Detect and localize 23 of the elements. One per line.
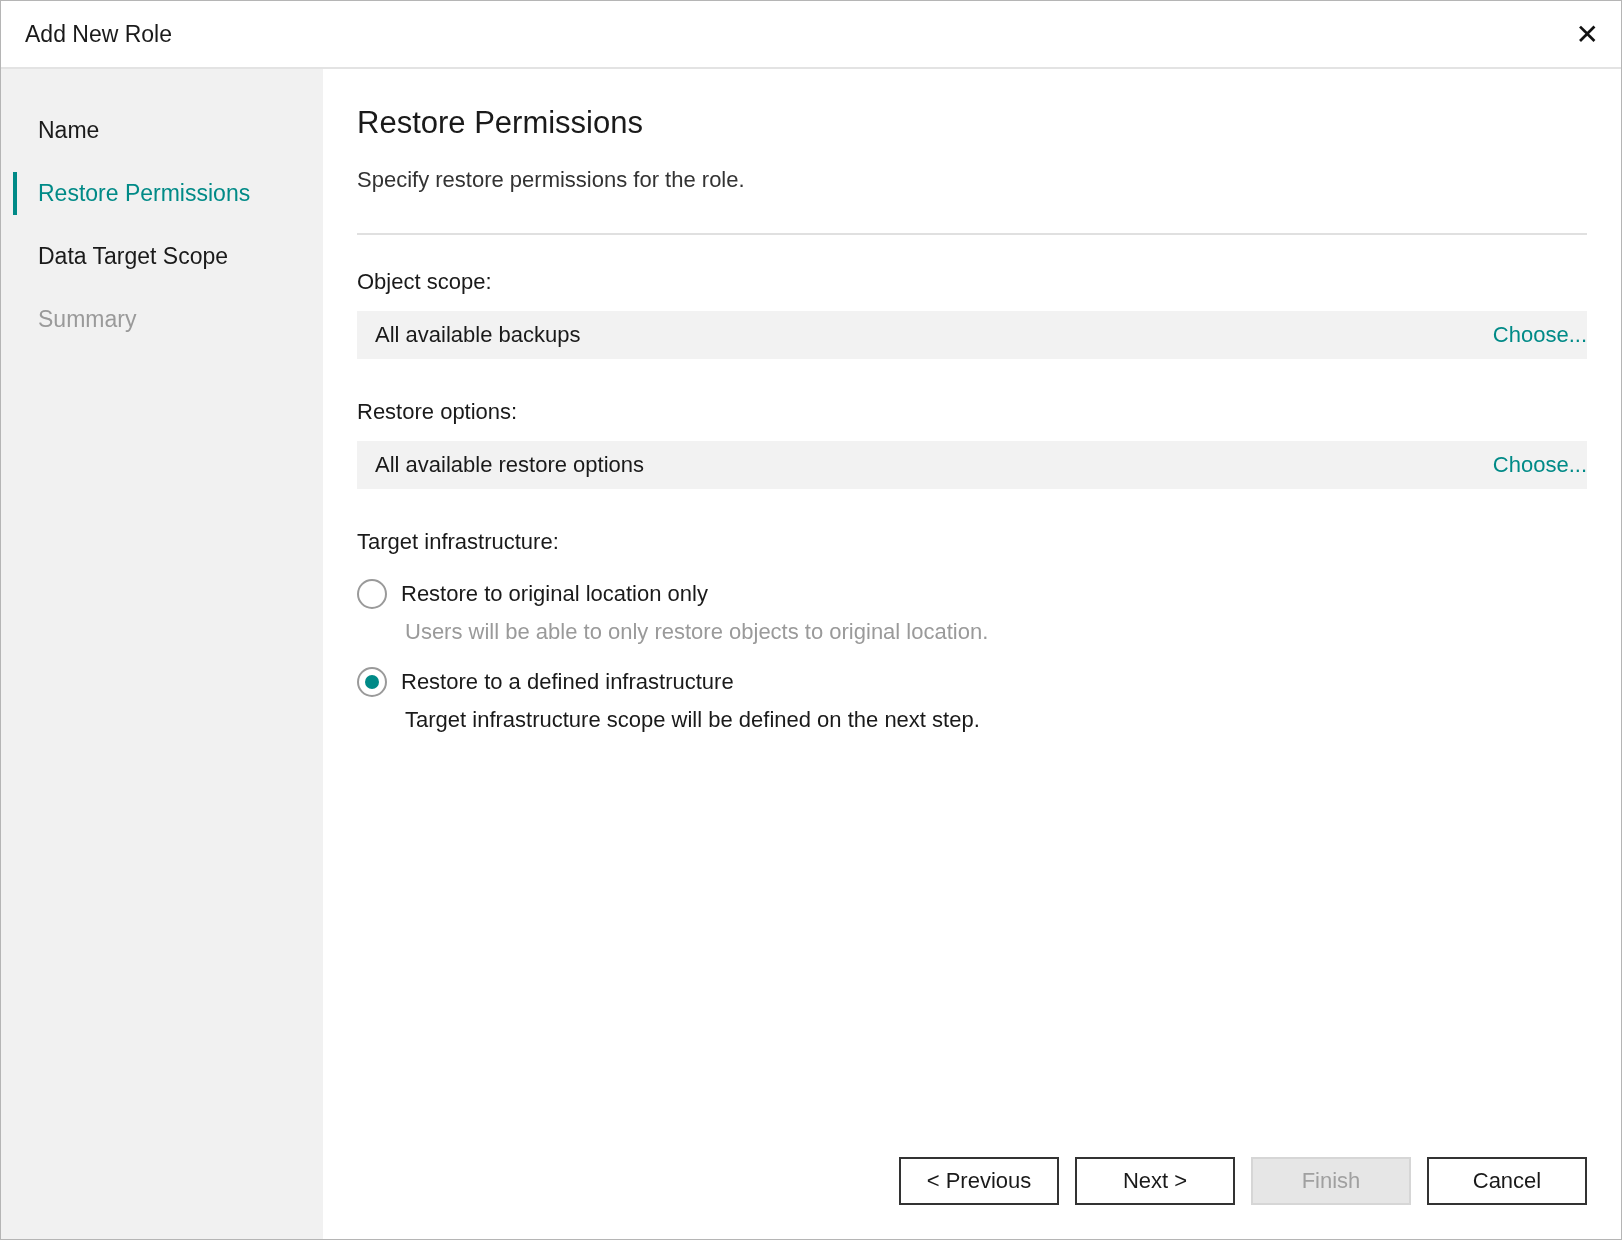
wizard-step[interactable]: Data Target Scope — [13, 235, 323, 278]
field-value: All available restore options — [375, 452, 645, 478]
page-heading: Restore Permissions — [357, 105, 644, 141]
wizard-button[interactable]: Next > — [1075, 1157, 1235, 1205]
radio-button[interactable] — [357, 579, 387, 609]
wizard-button[interactable]: < Previous — [899, 1157, 1059, 1205]
window-title: Add New Role — [25, 20, 173, 48]
field-label: Restore options: — [357, 399, 519, 425]
field-value: All available backups — [375, 322, 581, 348]
radio-label[interactable]: Restore to a defined infrastructure — [401, 669, 734, 695]
choose-link[interactable]: Choose... — [1492, 452, 1587, 478]
option-hint: Users will be able to only restore objects to original location. — [405, 619, 990, 645]
option-hint: Target infrastructure scope will be defined on the next step. — [405, 707, 981, 733]
radio-label[interactable]: Restore to original location only — [401, 581, 708, 607]
section-label: Target infrastructure: — [357, 529, 560, 555]
field-label: Object scope: — [357, 269, 493, 295]
choose-link[interactable]: Choose... — [1492, 322, 1587, 348]
wizard-step[interactable]: Restore Permissions — [13, 172, 323, 215]
close-button[interactable]: ✕ — [1571, 17, 1603, 51]
wizard-step[interactable]: Name — [13, 109, 323, 152]
page-description: Specify restore permissions for the role. — [357, 167, 746, 193]
radio-button[interactable] — [357, 667, 387, 697]
wizard-button[interactable]: Cancel — [1427, 1157, 1587, 1205]
